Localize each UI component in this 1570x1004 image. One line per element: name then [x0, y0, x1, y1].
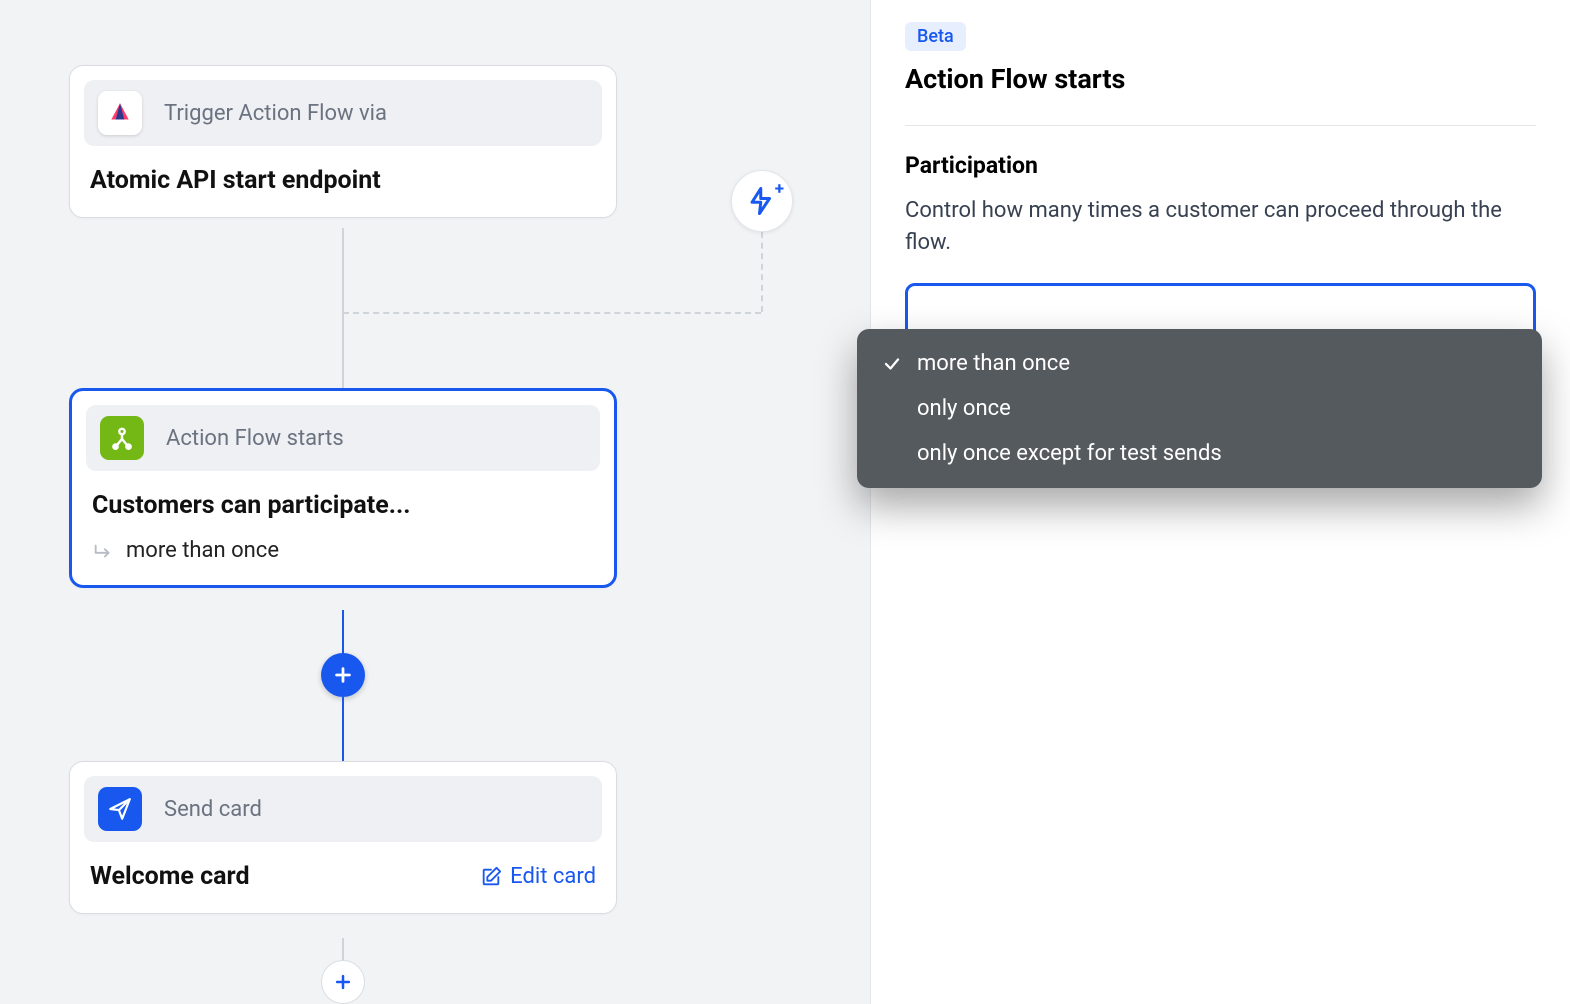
- node-header-label: Send card: [164, 797, 262, 822]
- flow-canvas[interactable]: Trigger Action Flow via Atomic API start…: [0, 0, 870, 1004]
- dropdown-option-label: only once: [917, 396, 1011, 421]
- panel-title: Action Flow starts: [905, 63, 1536, 95]
- dropdown-option-only-once[interactable]: only once: [857, 386, 1542, 431]
- edit-card-button[interactable]: Edit card: [480, 864, 596, 889]
- add-step-button[interactable]: [321, 960, 365, 1004]
- dashed-connector: [761, 232, 763, 312]
- atomic-logo-icon: [98, 91, 142, 135]
- node-title: Atomic API start endpoint: [90, 166, 596, 195]
- reply-arrow-icon: [92, 540, 114, 562]
- node-title: Welcome card: [90, 862, 250, 891]
- node-subtitle: more than once: [126, 538, 279, 563]
- participation-heading: Participation: [905, 152, 1536, 179]
- node-header: Trigger Action Flow via: [84, 80, 602, 146]
- connector-line: [342, 228, 344, 388]
- beta-badge: Beta: [905, 22, 966, 51]
- edit-card-label: Edit card: [510, 864, 596, 889]
- dashed-connector: [343, 312, 761, 314]
- flow-start-icon: [100, 416, 144, 460]
- node-header: Action Flow starts: [86, 405, 600, 471]
- connector-line: [342, 697, 344, 761]
- node-trigger[interactable]: Trigger Action Flow via Atomic API start…: [69, 65, 617, 218]
- dropdown-option-more-than-once[interactable]: more than once: [857, 341, 1542, 386]
- connector-line: [342, 938, 344, 962]
- send-icon: [98, 787, 142, 831]
- node-action-flow-starts[interactable]: Action Flow starts Customers can partici…: [69, 388, 617, 588]
- add-trigger-button[interactable]: +: [731, 170, 793, 232]
- dropdown-option-label: only once except for test sends: [917, 441, 1222, 466]
- node-header-label: Trigger Action Flow via: [164, 101, 387, 126]
- node-header-label: Action Flow starts: [166, 426, 344, 451]
- node-send-card[interactable]: Send card Welcome card Edit card: [69, 761, 617, 914]
- node-title: Customers can participate...: [92, 491, 594, 520]
- dropdown-option-label: more than once: [917, 351, 1070, 376]
- divider: [905, 125, 1536, 126]
- plus-badge-icon: +: [775, 179, 784, 199]
- participation-description: Control how many times a customer can pr…: [905, 195, 1536, 259]
- dropdown-option-only-once-except-test[interactable]: only once except for test sends: [857, 431, 1542, 476]
- node-header: Send card: [84, 776, 602, 842]
- check-icon: [881, 355, 903, 373]
- details-panel: Beta Action Flow starts Participation Co…: [870, 0, 1570, 1004]
- participation-dropdown[interactable]: more than once only once only once excep…: [857, 329, 1542, 488]
- add-step-button[interactable]: [321, 653, 365, 697]
